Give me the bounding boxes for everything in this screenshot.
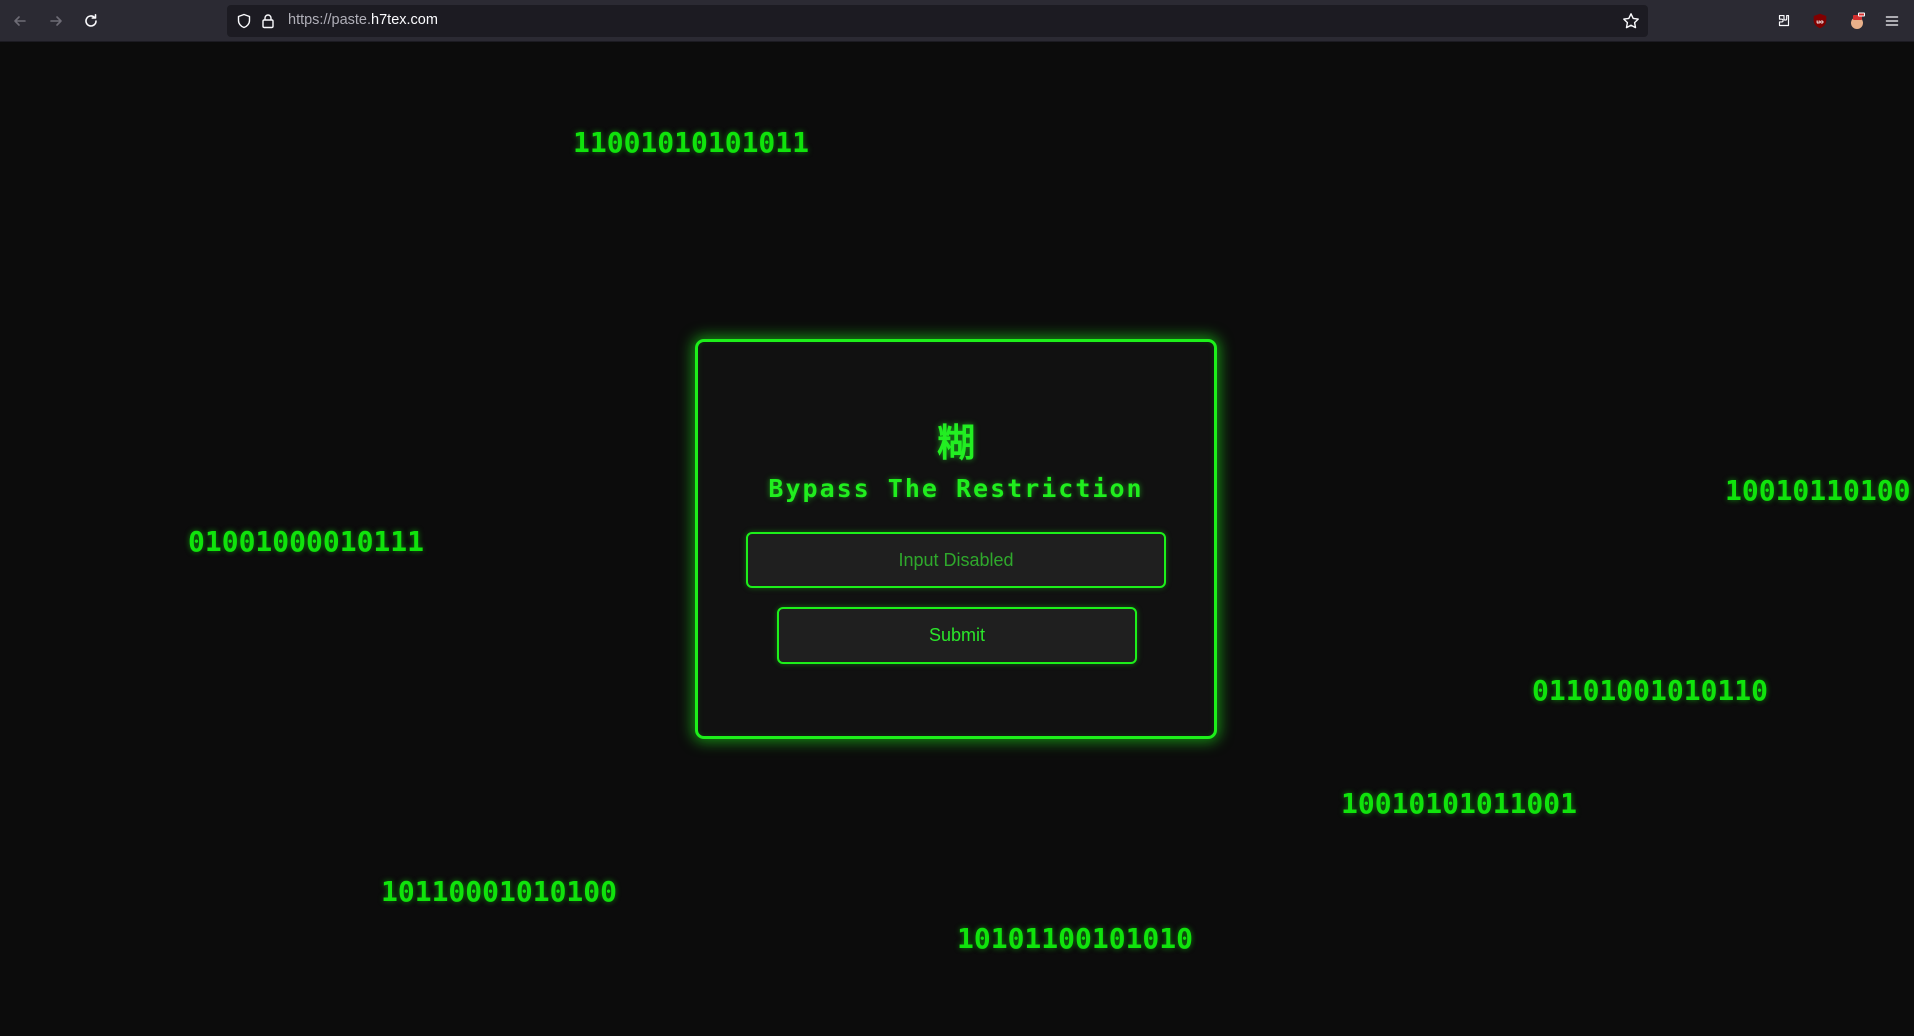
extension-icon — [1778, 15, 1790, 27]
browser-toolbar: https://paste.h7tex.com uo — [0, 0, 1914, 42]
binary-string: 11001010101011 — [573, 126, 810, 159]
lock-icon[interactable] — [260, 13, 276, 29]
disabled-input-field[interactable] — [746, 532, 1166, 588]
tracking-protection-shield-icon[interactable] — [236, 13, 252, 29]
binary-string: 01101001010110 — [1532, 674, 1769, 707]
url-text[interactable]: https://paste.h7tex.com — [288, 12, 438, 28]
menu-icon — [1885, 16, 1899, 26]
binary-string: 10010101011001 — [1341, 787, 1578, 820]
binary-string: 01001000010111 — [188, 525, 425, 558]
submit-button[interactable]: Submit — [777, 607, 1137, 664]
back-button[interactable] — [9, 10, 31, 32]
reload-button[interactable] — [80, 10, 102, 32]
ublock-origin-button[interactable]: uo — [1810, 11, 1830, 31]
card-title: Bypass The Restriction — [768, 474, 1144, 503]
forward-button[interactable] — [45, 10, 67, 32]
star-icon[interactable] — [1622, 12, 1640, 30]
url-domain: h7tex.com — [371, 12, 438, 28]
binary-string: 10110001010100 — [381, 875, 618, 908]
address-bar[interactable]: https://paste.h7tex.com — [227, 5, 1648, 37]
binary-string: 10010110100 — [1725, 474, 1911, 507]
svg-text:uo: uo — [1816, 19, 1824, 25]
url-prefix: https://paste. — [288, 12, 372, 28]
ublock-origin-icon: uo — [1813, 13, 1827, 29]
arrow-right-icon — [50, 16, 62, 26]
logo-glyph: 糊 — [936, 421, 975, 465]
reload-icon — [85, 14, 97, 27]
menu-button[interactable] — [1882, 11, 1902, 31]
binary-string: 10101100101010 — [957, 922, 1194, 955]
extensions-button[interactable] — [1774, 11, 1794, 31]
extension-avatar-button[interactable] — [1847, 11, 1867, 31]
page-content: 11001010101011 01001000010111 1001011010… — [0, 42, 1914, 1036]
extension-avatar-icon — [1851, 12, 1865, 29]
arrow-left-icon — [14, 16, 26, 26]
challenge-card: 糊 Bypass The Restriction Submit — [695, 339, 1217, 739]
